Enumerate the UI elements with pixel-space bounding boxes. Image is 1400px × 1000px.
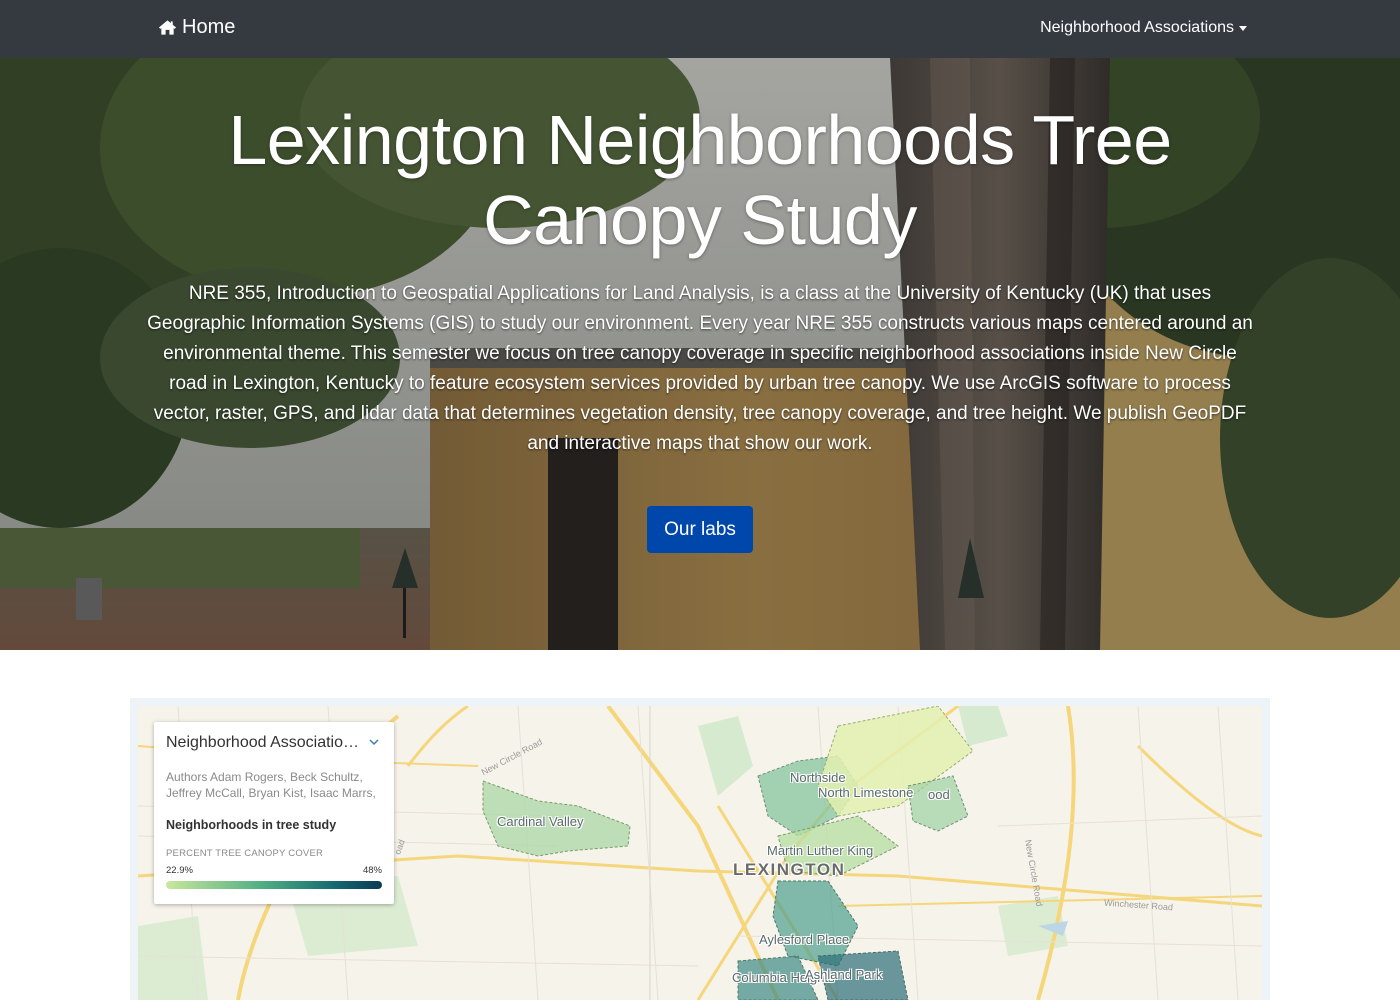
home-icon: [158, 20, 177, 35]
legend-color-ramp: [166, 881, 382, 889]
map-label-martin-luther-king: Martin Luther King: [767, 843, 874, 858]
chevron-down-icon[interactable]: [368, 736, 380, 748]
legend-authors: Authors Adam Rogers, Beck Schultz, Jeffr…: [166, 770, 376, 800]
hero-section: Lexington Neighborhoods Tree Canopy Stud…: [0, 58, 1400, 650]
home-link[interactable]: Home: [158, 16, 235, 39]
map-label-northside: Northside: [790, 770, 846, 785]
map-label-fragment: ood: [928, 787, 950, 802]
page-title-line-1: Lexington Neighborhoods Tree: [228, 101, 1172, 179]
navbar: Home Neighborhood Associations: [0, 0, 1400, 58]
map-label-cardinal-valley: Cardinal Valley: [497, 814, 584, 829]
neighborhood-associations-dropdown[interactable]: Neighborhood Associations: [1040, 19, 1247, 37]
map-label-ashland-park: Ashland Park: [805, 967, 883, 982]
map-legend-panel: Neighborhood Associations Tree Canopy Au…: [154, 722, 394, 904]
our-labs-button[interactable]: Our labs: [647, 506, 753, 553]
caret-down-icon: [1239, 25, 1247, 31]
page-title-line-2: Canopy Study: [483, 181, 917, 259]
legend-min-value: 22.9%: [166, 865, 193, 876]
legend-max-value: 48%: [362, 865, 382, 876]
legend-title: Neighborhood Associations Tree Canopy: [166, 734, 361, 751]
map-label-north-limestone: North Limestone: [818, 785, 914, 800]
home-label: Home: [182, 16, 236, 38]
hero-description: NRE 355, Introduction to Geospatial Appl…: [147, 283, 1253, 454]
legend-section-title: Neighborhoods in tree study: [166, 818, 337, 832]
map-label-aylesford-place: Aylesford Place: [759, 932, 850, 947]
dropdown-label: Neighborhood Associations: [1040, 19, 1234, 36]
map-label-lexington: LEXINGTON: [733, 860, 846, 879]
page-title: Lexington Neighborhoods Tree Canopy Stud…: [0, 100, 1400, 260]
legend-metric-label: PERCENT TREE CANOPY COVER: [166, 848, 324, 859]
